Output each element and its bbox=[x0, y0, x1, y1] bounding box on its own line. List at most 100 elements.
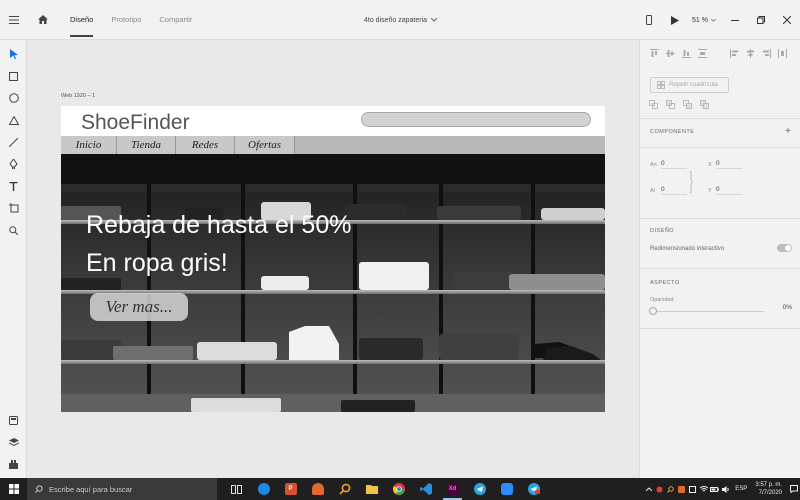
align-middle-icon[interactable] bbox=[666, 49, 675, 58]
hero-banner[interactable]: Rebaja de hasta el 50% En ropa gris! Ver… bbox=[61, 154, 605, 412]
vscode-icon[interactable] bbox=[412, 478, 439, 500]
select-tool-icon[interactable] bbox=[0, 44, 27, 64]
responsive-resize-toggle[interactable] bbox=[777, 244, 792, 252]
edge-browser-icon[interactable] bbox=[250, 478, 277, 500]
height-field[interactable]: 0 bbox=[661, 186, 687, 195]
file-explorer-icon[interactable] bbox=[358, 478, 385, 500]
app-orange-icon[interactable] bbox=[304, 478, 331, 500]
x-field[interactable]: 0 bbox=[716, 160, 742, 169]
add-component-icon[interactable]: + bbox=[785, 126, 791, 137]
width-label: An bbox=[650, 162, 657, 168]
opacity-slider-handle[interactable] bbox=[649, 307, 657, 315]
nav-item-tienda[interactable]: Tienda bbox=[117, 136, 176, 154]
intersect-boolean-icon[interactable] bbox=[683, 100, 692, 109]
component-section-title: COMPONENTE bbox=[650, 129, 695, 135]
lock-aspect-icon[interactable] bbox=[689, 171, 693, 193]
artboard-label[interactable]: Web 1920 – 1 bbox=[61, 93, 95, 99]
x-label: X bbox=[708, 162, 712, 168]
device-preview-icon[interactable] bbox=[636, 0, 662, 40]
align-left-icon[interactable] bbox=[730, 49, 739, 58]
rectangle-tool-icon[interactable] bbox=[0, 66, 27, 86]
wifi-icon[interactable] bbox=[698, 478, 709, 500]
zoom-app-icon[interactable] bbox=[493, 478, 520, 500]
hamburger-menu-icon[interactable] bbox=[0, 0, 28, 40]
document-name-dropdown[interactable]: 4to diseño zapateria bbox=[364, 0, 438, 40]
play-icon[interactable] bbox=[662, 0, 688, 40]
repeat-grid-button[interactable]: Repetir cuadrícula bbox=[650, 77, 729, 93]
width-field[interactable]: 0 bbox=[661, 160, 687, 169]
assets-icon[interactable] bbox=[0, 412, 27, 428]
artboard[interactable]: ShoeFinder Inicio Tienda Redes Ofertas R… bbox=[61, 106, 605, 412]
opacity-slider-track[interactable] bbox=[654, 311, 764, 312]
responsive-resize-label: Redimensionado interactivo bbox=[650, 246, 725, 252]
close-icon[interactable] bbox=[774, 0, 800, 40]
zoom-dropdown[interactable]: 51 % bbox=[692, 17, 716, 24]
nav-item-redes[interactable]: Redes bbox=[176, 136, 235, 154]
property-inspector: Repetir cuadrícula COMPONENTE + An 0 X 0… bbox=[639, 40, 800, 478]
site-search-bar[interactable] bbox=[361, 112, 591, 127]
pen-tool-icon[interactable] bbox=[0, 154, 27, 174]
telegram-notification-icon[interactable] bbox=[520, 478, 547, 500]
exclude-boolean-icon[interactable] bbox=[700, 100, 709, 109]
taskbar-search[interactable]: Escribe aquí para buscar bbox=[27, 478, 217, 500]
line-tool-icon[interactable] bbox=[0, 132, 27, 152]
task-view-icon[interactable] bbox=[223, 478, 250, 500]
tab-prototype[interactable]: Prototipo bbox=[102, 0, 150, 40]
clock[interactable]: 3:57 p. m. 7/7/2020 bbox=[755, 481, 782, 497]
powerpoint-icon[interactable]: P bbox=[277, 478, 304, 500]
divider bbox=[640, 218, 800, 219]
battery-icon[interactable] bbox=[709, 478, 720, 500]
y-field[interactable]: 0 bbox=[716, 186, 742, 195]
align-top-icon[interactable] bbox=[650, 49, 659, 58]
tab-prototype-label: Prototipo bbox=[111, 15, 142, 24]
polygon-tool-icon[interactable] bbox=[0, 110, 27, 130]
windows-start-icon[interactable] bbox=[0, 478, 27, 500]
site-header: ShoeFinder bbox=[61, 106, 605, 136]
search-app-icon[interactable] bbox=[331, 478, 358, 500]
tab-design[interactable]: Diseño bbox=[61, 0, 102, 40]
minimize-icon[interactable] bbox=[722, 0, 748, 40]
align-bottom-icon[interactable] bbox=[682, 49, 691, 58]
nav-item-inicio[interactable]: Inicio bbox=[61, 136, 117, 154]
text-tool-icon[interactable] bbox=[0, 176, 27, 196]
divider bbox=[640, 328, 800, 329]
opacity-value[interactable]: 0% bbox=[772, 304, 792, 312]
align-center-icon[interactable] bbox=[746, 49, 755, 58]
chevron-up-icon[interactable] bbox=[643, 478, 654, 500]
tray-search-icon[interactable] bbox=[665, 478, 676, 500]
chrome-icon[interactable] bbox=[385, 478, 412, 500]
notifications-icon[interactable] bbox=[788, 478, 800, 500]
ellipse-tool-icon[interactable] bbox=[0, 88, 27, 108]
nav-item-ofertas[interactable]: Ofertas bbox=[235, 136, 295, 154]
chevron-down-icon bbox=[711, 18, 716, 22]
add-boolean-icon[interactable] bbox=[649, 100, 658, 109]
tray-app-icon[interactable] bbox=[654, 478, 665, 500]
see-more-button[interactable]: Ver mas... bbox=[90, 293, 188, 321]
site-logo[interactable]: ShoeFinder bbox=[81, 111, 190, 135]
divider bbox=[640, 118, 800, 119]
plugins-icon[interactable] bbox=[0, 456, 27, 472]
tab-share[interactable]: Compartir bbox=[150, 0, 201, 40]
search-icon bbox=[35, 485, 43, 493]
hero-title-line2[interactable]: En ropa gris! bbox=[86, 249, 228, 278]
layers-icon[interactable] bbox=[0, 434, 27, 450]
site-nav-bar: Inicio Tienda Redes Ofertas bbox=[61, 136, 605, 154]
subtract-boolean-icon[interactable] bbox=[666, 100, 675, 109]
distribute-horizontal-icon[interactable] bbox=[778, 49, 787, 58]
tray-box-icon[interactable] bbox=[687, 478, 698, 500]
speaker-icon[interactable] bbox=[720, 478, 731, 500]
document-name: 4to diseño zapateria bbox=[364, 16, 428, 24]
language-indicator[interactable]: ESP bbox=[731, 478, 751, 500]
canvas[interactable]: Web 1920 – 1 ShoeFinder Inicio Tienda Re… bbox=[27, 40, 639, 478]
chevron-down-icon bbox=[431, 18, 438, 22]
hero-title-line1[interactable]: Rebaja de hasta el 50% bbox=[86, 211, 351, 240]
restore-icon[interactable] bbox=[748, 0, 774, 40]
tray-orange-icon[interactable] bbox=[676, 478, 687, 500]
home-icon[interactable] bbox=[29, 0, 57, 40]
zoom-tool-icon[interactable] bbox=[0, 220, 27, 240]
telegram-icon[interactable] bbox=[466, 478, 493, 500]
artboard-tool-icon[interactable] bbox=[0, 198, 27, 218]
distribute-vertical-icon[interactable] bbox=[698, 49, 707, 58]
align-right-icon[interactable] bbox=[762, 49, 771, 58]
adobe-xd-icon[interactable]: Xd bbox=[439, 478, 466, 500]
